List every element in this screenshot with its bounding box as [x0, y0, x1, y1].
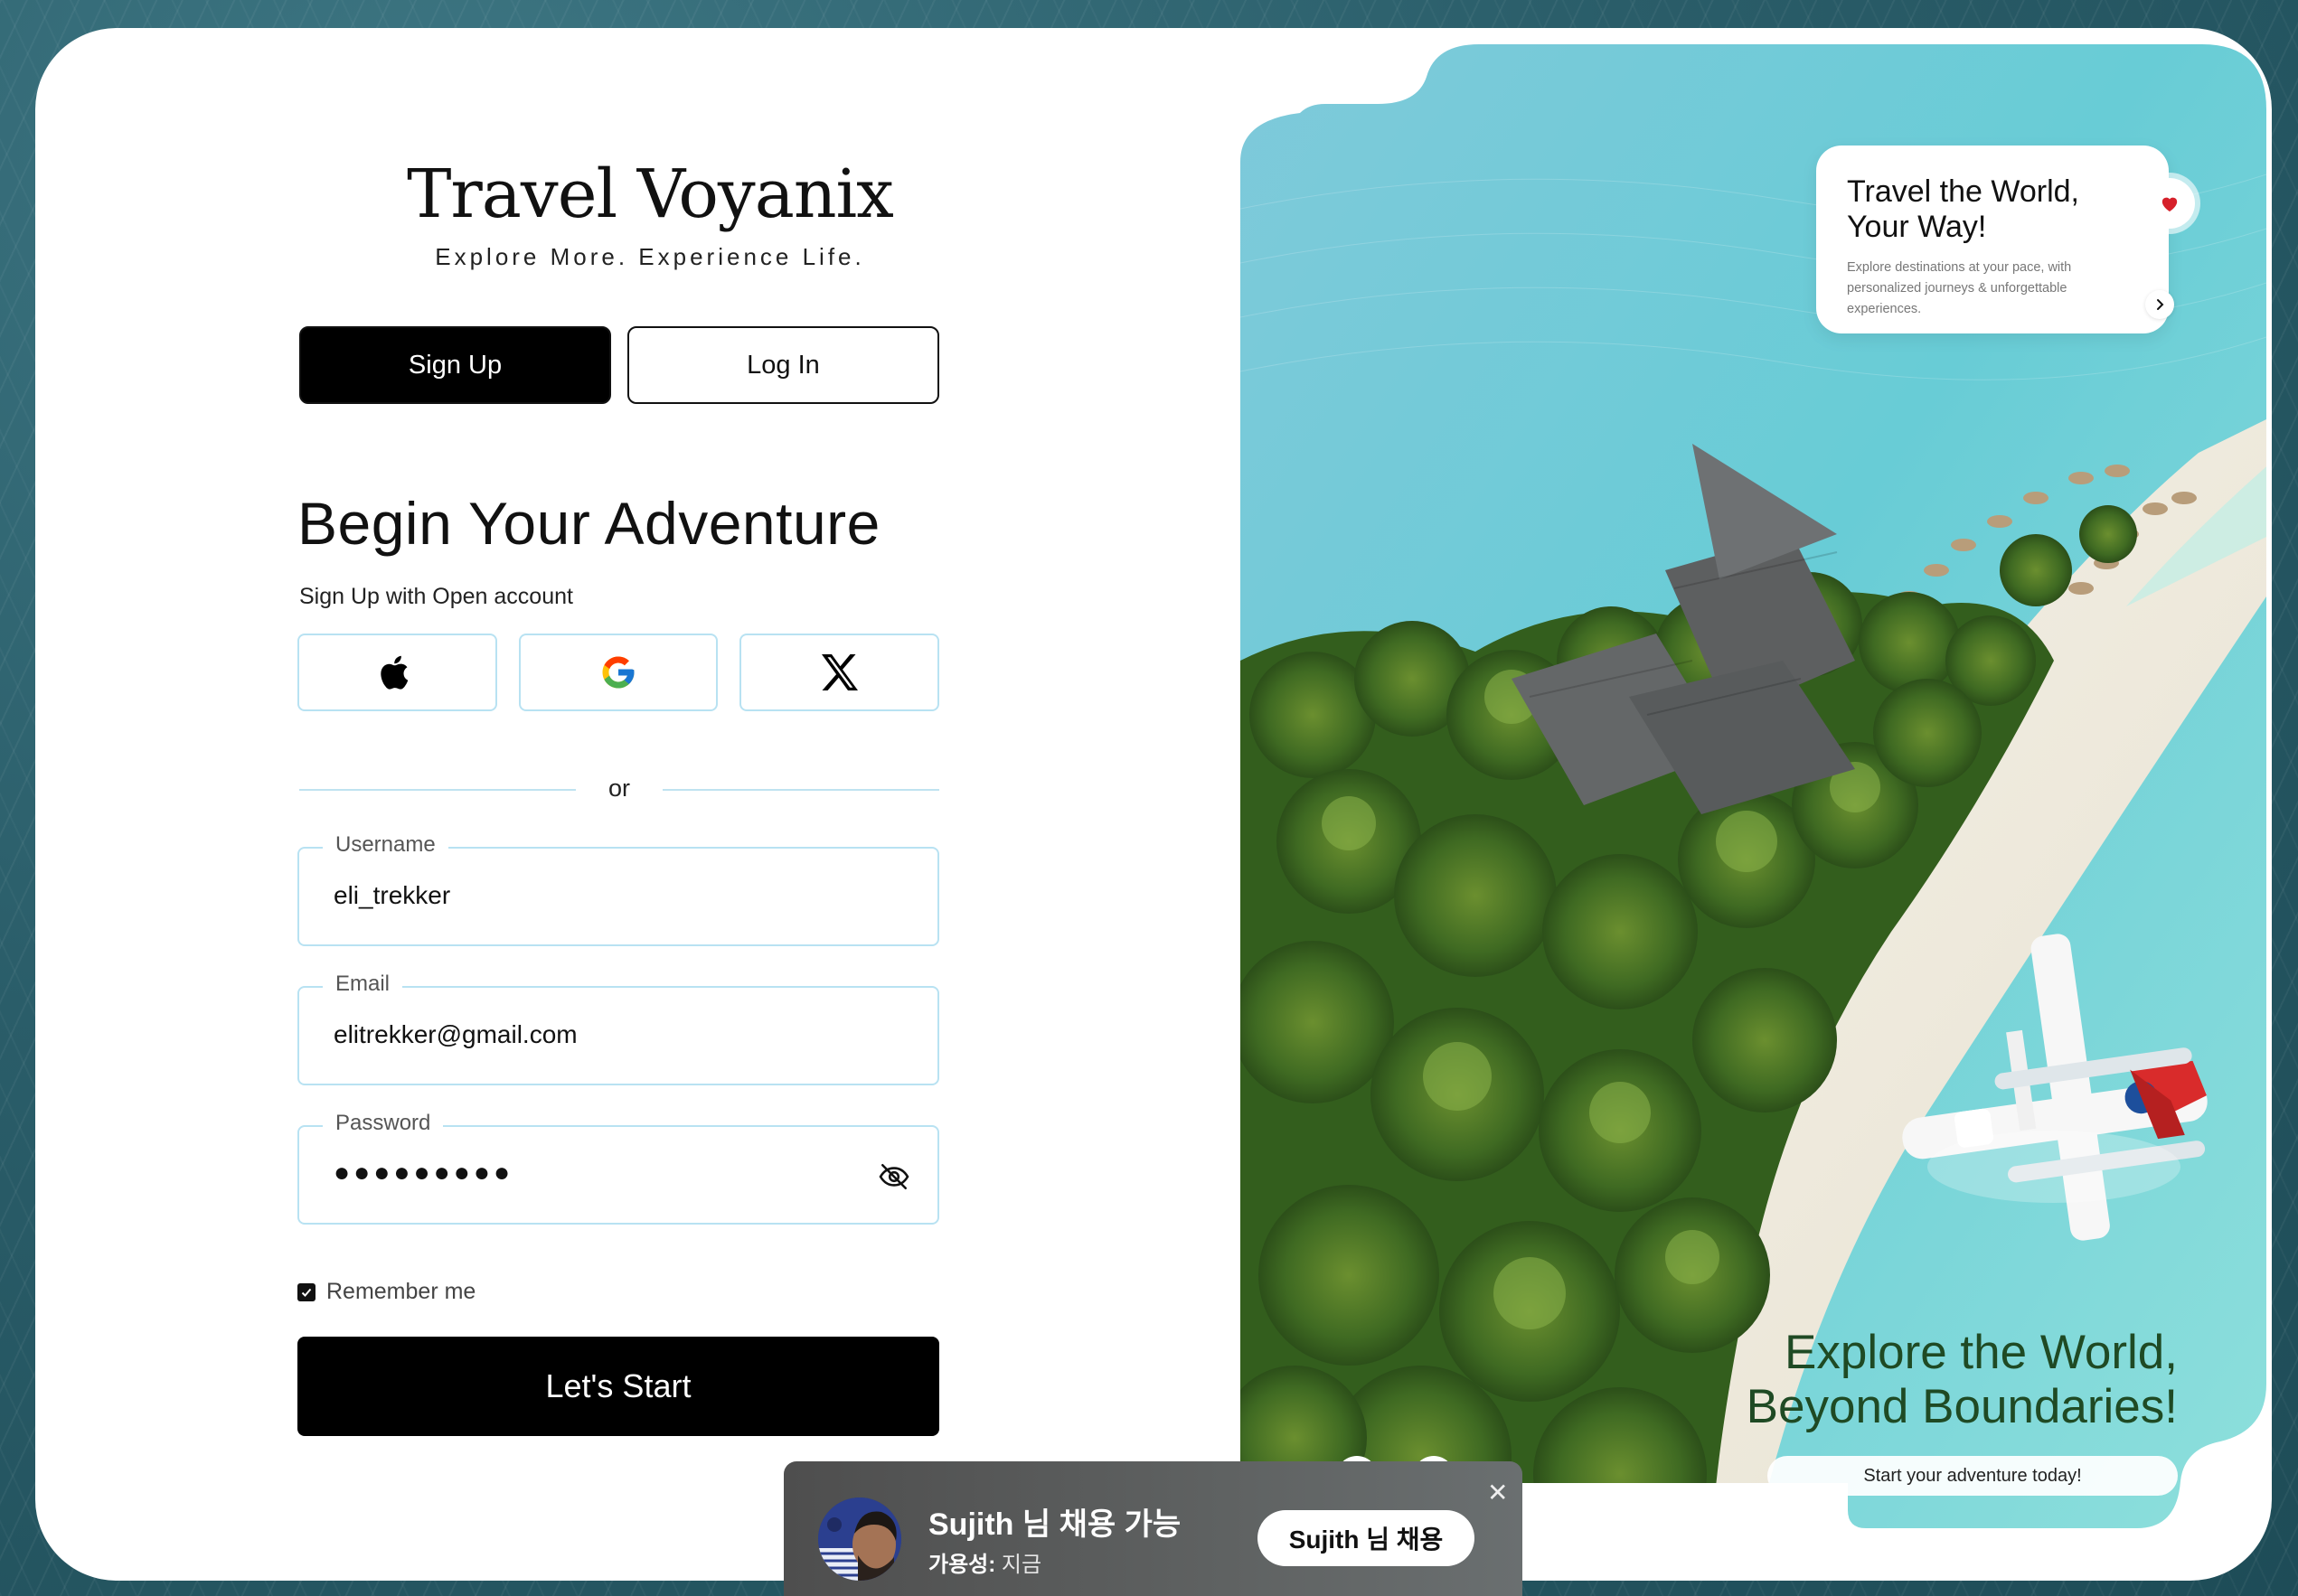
chevron-right-icon — [2157, 299, 2164, 310]
password-field[interactable]: Password ●●●●●●●●● — [297, 1111, 939, 1225]
brand-logo-text: Travel Voyanix — [407, 155, 894, 233]
promo-text: Explore destinations at your pace, with … — [1847, 260, 2072, 316]
toast-status-value: 지금 — [1001, 1553, 1042, 1577]
hero-cta-pill[interactable]: Start your adventure today! — [1767, 1456, 2178, 1496]
check-icon — [301, 1288, 312, 1297]
promo-card: Travel the World, Your Way! Explore dest… — [1816, 146, 2169, 333]
username-field[interactable]: Username eli_trekker — [297, 832, 939, 946]
email-field[interactable]: Email elitrekker@gmail.com — [297, 972, 939, 1085]
promo-title: Travel the World, Your Way! — [1847, 174, 2079, 244]
heart-icon — [2161, 197, 2178, 212]
page-title: Begin Your Adventure — [297, 490, 881, 557]
auth-card: Travel Voyanix Explore More. Experience … — [35, 28, 2272, 1581]
hero-title-line1: Explore the World, — [1785, 1326, 2178, 1379]
eye-off-icon[interactable] — [878, 1160, 910, 1193]
divider-line — [663, 789, 939, 791]
username-input[interactable]: eli_trekker — [334, 881, 450, 910]
hire-button[interactable]: Sujith 님 채용 — [1257, 1510, 1474, 1566]
favorite-button[interactable] — [2144, 178, 2195, 229]
remember-me-label: Remember me — [326, 1279, 476, 1304]
brand-tagline: Explore More. Experience Life. — [435, 242, 865, 270]
social-signup-caption: Sign Up with Open account — [299, 584, 573, 609]
toast-status: 가용성: 지금 — [928, 1546, 1041, 1578]
x-login-button[interactable] — [739, 634, 940, 711]
brand-block: Travel Voyanix Explore More. Experience … — [343, 155, 957, 271]
submit-button[interactable]: Let's Start — [297, 1337, 939, 1436]
google-login-button[interactable] — [518, 634, 719, 711]
promo-next-button[interactable] — [2145, 290, 2174, 319]
toast-title: Sujith 님 채용 가능 — [928, 1507, 1182, 1542]
remember-me: Remember me — [297, 1279, 476, 1305]
avatar — [818, 1497, 901, 1581]
tab-log-in[interactable]: Log In — [627, 326, 939, 404]
auth-tabs: Sign Up Log In — [299, 326, 939, 404]
remember-me-checkbox[interactable] — [297, 1282, 316, 1301]
or-divider: or — [299, 771, 939, 807]
apple-icon — [381, 655, 409, 690]
password-label: Password — [323, 1111, 444, 1136]
tab-sign-up[interactable]: Sign Up — [299, 326, 611, 404]
email-input[interactable]: elitrekker@gmail.com — [334, 1020, 578, 1049]
toast-status-label: 가용성: — [928, 1553, 996, 1577]
password-input[interactable]: ●●●●●●●●● — [334, 1158, 513, 1188]
google-icon — [602, 656, 635, 689]
hire-toast: Sujith 님 채용 가능 가용성: 지금 Sujith 님 채용 ✕ — [784, 1461, 1522, 1596]
social-login-group — [297, 634, 940, 711]
username-label: Username — [323, 832, 448, 858]
x-icon — [821, 654, 858, 690]
apple-login-button[interactable] — [297, 634, 497, 711]
email-label: Email — [323, 972, 403, 997]
hero-title-line2: Beyond Boundaries! — [1746, 1380, 2178, 1433]
close-icon[interactable]: ✕ — [1487, 1478, 1508, 1507]
hero-title: Explore the World, Beyond Boundaries! — [1726, 1326, 2178, 1434]
